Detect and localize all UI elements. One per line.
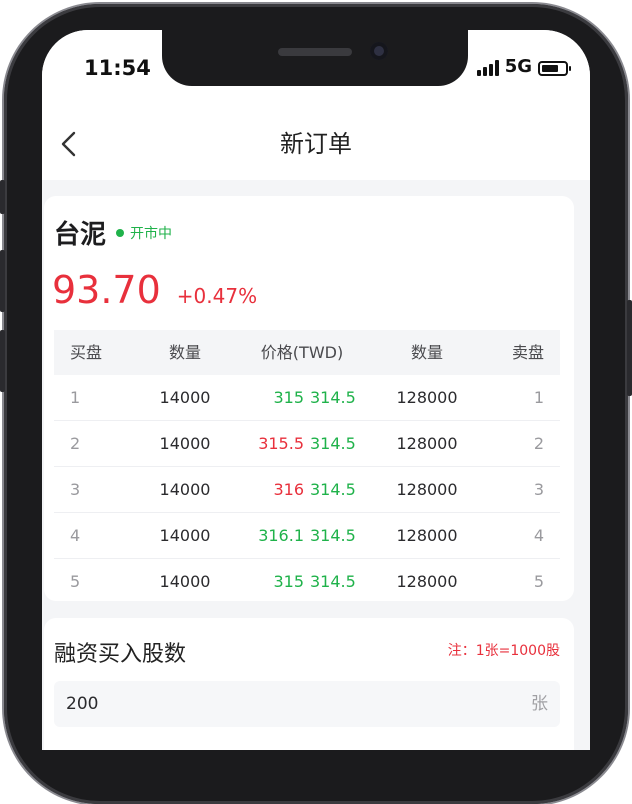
ask-price[interactable]: 314.5: [310, 559, 358, 604]
stock-price: 93.70: [52, 268, 161, 312]
bid-price[interactable]: 315: [244, 559, 304, 604]
order-book-row[interactable]: 1 14000 315 314.5 128000 1: [54, 375, 560, 421]
sell-quantity: 128000: [396, 480, 458, 499]
quantity-value[interactable]: 200: [66, 681, 98, 727]
header-price: 价格(TWD): [260, 343, 344, 362]
signal-icon: [476, 60, 499, 76]
stock-name: 台泥: [54, 220, 107, 250]
bid-price[interactable]: 316: [244, 467, 304, 512]
ask-price[interactable]: 314.5: [310, 467, 358, 512]
phone-power-button: [627, 300, 632, 396]
buy-quantity: 14000: [159, 388, 211, 407]
market-status-dot-icon: [116, 228, 125, 237]
sell-level: 3: [533, 480, 544, 499]
ask-price[interactable]: 314.5: [310, 375, 358, 420]
order-book-row[interactable]: 5 14000 315 314.5 128000 5: [54, 559, 560, 604]
buy-quantity: 14000: [159, 526, 211, 545]
margin-buy-shares-label: 融资买入股数: [54, 642, 187, 667]
price-change: +0.47%: [176, 284, 258, 308]
order-book-row[interactable]: 3 14000 316 314.5 128000 3: [54, 467, 560, 513]
buy-level: 3: [70, 480, 81, 499]
nav-bar: 新订单: [42, 110, 590, 180]
bid-price[interactable]: 315: [244, 375, 304, 420]
page-title: 新订单: [280, 130, 352, 158]
bid-price[interactable]: 315.5: [244, 421, 304, 466]
header-sell-quantity: 数量: [410, 343, 443, 362]
price-row: 93.70 +0.47%: [52, 268, 257, 312]
order-book-table: 买盘 数量 价格(TWD) 数量 卖盘 1 14000 315 314.5 12…: [54, 330, 560, 604]
status-bar: 11:54 5G: [42, 30, 590, 110]
buy-level: 5: [70, 572, 81, 591]
battery-icon: [538, 61, 571, 76]
quantity-input[interactable]: 200 张: [54, 681, 560, 727]
buy-level: 1: [70, 388, 81, 407]
sell-level: 1: [533, 388, 544, 407]
ask-price[interactable]: 314.5: [310, 421, 358, 466]
sell-quantity: 128000: [396, 388, 458, 407]
order-book-row[interactable]: 2 14000 315.5 314.5 128000 2: [54, 421, 560, 467]
buy-quantity: 14000: [159, 434, 211, 453]
buy-level: 4: [70, 526, 81, 545]
app-screen: 11:54 5G 新订单 台泥 开市中 93.70 +0.47% 买盘 数量 价…: [42, 30, 590, 750]
speaker-grille: [278, 48, 352, 56]
front-camera: [370, 42, 388, 60]
phone-side-button: [0, 180, 5, 214]
phone-notch: [162, 30, 468, 86]
phone-volume-up-button: [0, 250, 5, 312]
order-form-card: 融资买入股数 注：1张=1000股 200 张: [44, 618, 574, 750]
status-time: 11:54: [84, 56, 151, 80]
buy-quantity: 14000: [159, 480, 211, 499]
market-status-label: 开市中: [130, 225, 173, 242]
status-indicators: 5G: [476, 56, 571, 77]
header-sell: 卖盘: [511, 343, 544, 362]
sell-quantity: 128000: [396, 434, 458, 453]
order-book-row[interactable]: 4 14000 316.1 314.5 128000 4: [54, 513, 560, 559]
sell-quantity: 128000: [396, 572, 458, 591]
network-type: 5G: [504, 56, 532, 77]
quantity-unit: 张: [531, 694, 548, 714]
sell-level: 2: [533, 434, 544, 453]
sell-quantity: 128000: [396, 526, 458, 545]
header-buy: 买盘: [70, 343, 103, 362]
phone-volume-down-button: [0, 330, 5, 392]
ask-price[interactable]: 314.5: [310, 513, 358, 558]
stock-header: 台泥 开市中: [54, 214, 172, 251]
lot-size-note: 注：1张=1000股: [447, 643, 560, 659]
sell-level: 5: [533, 572, 544, 591]
sell-level: 4: [533, 526, 544, 545]
bid-price[interactable]: 316.1: [244, 513, 304, 558]
buy-quantity: 14000: [159, 572, 211, 591]
header-buy-quantity: 数量: [168, 343, 201, 362]
order-book-header: 买盘 数量 价格(TWD) 数量 卖盘: [54, 330, 560, 375]
quote-card: 台泥 开市中 93.70 +0.47% 买盘 数量 价格(TWD) 数量 卖盘 …: [44, 196, 574, 601]
buy-level: 2: [70, 434, 81, 453]
